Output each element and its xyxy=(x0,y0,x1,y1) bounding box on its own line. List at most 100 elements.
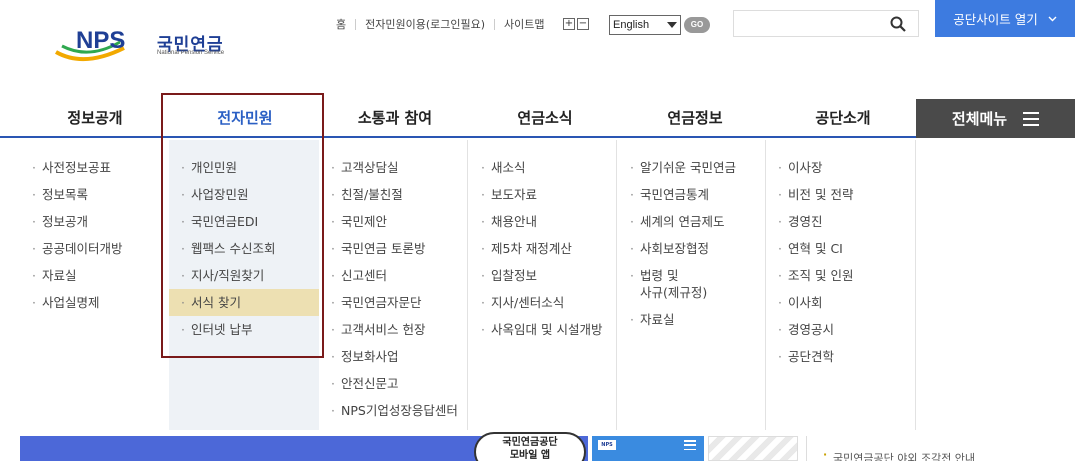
main-nav: 정보공개 전자민원 소통과 참여 연금소식 연금정보 공단소개 전체메뉴 xyxy=(0,99,1075,138)
zoom-in-button[interactable]: + xyxy=(563,18,575,30)
nav-pension-info[interactable]: 연금정보 xyxy=(620,99,770,136)
menu-item[interactable]: 경영진 xyxy=(766,208,916,235)
column-divider xyxy=(765,140,766,430)
menu-item[interactable]: 웹팩스 수신조회 xyxy=(169,235,319,262)
menu-item[interactable]: 제5차 재정계산 xyxy=(469,235,619,262)
app-badge-line1: 국민연금공단 xyxy=(502,437,558,448)
logo-mark-icon: NPS xyxy=(55,27,125,62)
app-banner[interactable]: NPS xyxy=(592,436,704,461)
divider xyxy=(494,18,496,30)
all-menu-label: 전체메뉴 xyxy=(951,110,1008,128)
divider xyxy=(355,18,357,30)
all-menu-button[interactable]: 전체메뉴 xyxy=(916,99,1075,138)
sitemap-link[interactable]: 사이트맵 xyxy=(504,16,544,32)
menu-item[interactable]: 사업실명제 xyxy=(20,289,170,316)
chevron-down-icon xyxy=(667,22,677,28)
zoom-out-button[interactable]: − xyxy=(577,18,589,30)
nav-e-civil[interactable]: 전자민원 xyxy=(170,99,320,136)
search-icon[interactable] xyxy=(890,16,906,32)
menu-item[interactable]: 안전신문고 xyxy=(319,370,469,397)
menu-item[interactable]: 국민연금통계 xyxy=(618,181,768,208)
nav-about[interactable]: 공단소개 xyxy=(768,99,918,136)
language-select[interactable]: English xyxy=(609,15,681,35)
open-site-button[interactable]: 공단사이트 열기 xyxy=(935,0,1075,37)
app-badge-line2: 모바일 앱 xyxy=(509,450,551,461)
menu-item[interactable]: 국민연금 토론방 xyxy=(319,235,469,262)
menu-item[interactable]: 자료실 xyxy=(618,306,768,333)
menu-item[interactable]: 연혁 및 CI xyxy=(766,235,916,262)
nps-mini-logo: NPS xyxy=(598,440,616,450)
home-link[interactable]: 홈 xyxy=(336,16,346,32)
menu-item[interactable]: 비전 및 전략 xyxy=(766,181,916,208)
nav-communication[interactable]: 소통과 참여 xyxy=(320,99,470,136)
menu-item[interactable]: 사전정보공표 xyxy=(20,154,170,181)
menu-item[interactable]: 알기쉬운 국민연금 xyxy=(618,154,768,181)
menu-list-col2: 개인민원사업장민원국민연금EDI웹팩스 수신조회지사/직원찾기서식 찾기인터넷 … xyxy=(169,140,319,343)
menu-item[interactable]: NPS기업성장응답센터 xyxy=(319,397,469,424)
menu-col-pension-info: 알기쉬운 국민연금국민연금통계세계의 연금제도사회보장협정법령 및 사규(제규정… xyxy=(618,140,768,430)
menu-item[interactable]: 조직 및 인원 xyxy=(766,262,916,289)
menu-item[interactable]: 국민연금EDI xyxy=(169,208,319,235)
nav-info-disclosure[interactable]: 정보공개 xyxy=(20,99,170,136)
menu-col-communication: 고객상담실친절/불친절국민제안국민연금 토론방신고센터국민연금자문단고객서비스 … xyxy=(319,140,469,430)
svg-text:NPS: NPS xyxy=(76,27,125,54)
zoom-controls: + − xyxy=(563,18,589,30)
menu-item[interactable]: 국민연금자문단 xyxy=(319,289,469,316)
menu-item[interactable]: 이사회 xyxy=(766,289,916,316)
menu-item[interactable]: 자료실 xyxy=(20,262,170,289)
menu-item[interactable]: 사회보장협정 xyxy=(618,235,768,262)
mobile-app-badge[interactable]: 국민연금공단 모바일 앱 xyxy=(474,432,586,461)
menu-item[interactable]: 고객서비스 헌장 xyxy=(319,316,469,343)
chevron-down-icon xyxy=(1048,16,1057,21)
menu-item[interactable]: 법령 및 사규(제규정) xyxy=(618,262,768,306)
menu-list-col3: 고객상담실친절/불친절국민제안국민연금 토론방신고센터국민연금자문단고객서비스 … xyxy=(319,140,469,424)
menu-item[interactable]: 지사/직원찾기 xyxy=(169,262,319,289)
menu-item[interactable]: 세계의 연금제도 xyxy=(618,208,768,235)
column-divider xyxy=(467,140,468,430)
menu-item[interactable]: 공단견학 xyxy=(766,343,916,370)
column-divider xyxy=(915,140,916,430)
menu-item[interactable]: 이사장 xyxy=(766,154,916,181)
menu-item[interactable]: 친절/불친절 xyxy=(319,181,469,208)
logo-subtitle: National Pension Service xyxy=(157,50,225,56)
menu-item[interactable]: 국민제안 xyxy=(319,208,469,235)
menu-item[interactable]: 새소식 xyxy=(469,154,619,181)
menu-item[interactable]: 인터넷 납부 xyxy=(169,316,319,343)
menu-item[interactable]: 고객상담실 xyxy=(319,154,469,181)
menu-list-col4: 새소식보도자료채용안내제5차 재정계산입찰정보지사/센터소식사옥임대 및 시설개… xyxy=(469,140,619,343)
menu-col-about: 이사장비전 및 전략경영진연혁 및 CI조직 및 인원이사회경영공시공단견학 xyxy=(766,140,916,430)
menu-list-col6: 이사장비전 및 전략경영진연혁 및 CI조직 및 인원이사회경영공시공단견학 xyxy=(766,140,916,370)
menu-item[interactable]: 보도자료 xyxy=(469,181,619,208)
menu-col-e-civil: 개인민원사업장민원국민연금EDI웹팩스 수신조회지사/직원찾기서식 찾기인터넷 … xyxy=(169,140,319,430)
menu-item[interactable]: 정보화사업 xyxy=(319,343,469,370)
menu-item[interactable]: 사옥임대 및 시설개방 xyxy=(469,316,619,343)
menu-item[interactable]: 정보목록 xyxy=(20,181,170,208)
column-divider xyxy=(616,140,617,430)
menu-col-info-disclosure: 사전정보공표정보목록정보공개공공데이터개방자료실사업실명제 xyxy=(20,140,170,430)
civil-login-link[interactable]: 전자민원이용(로그인필요) xyxy=(365,16,485,32)
menu-item[interactable]: 경영공시 xyxy=(766,316,916,343)
banner-thumbnail[interactable] xyxy=(708,436,798,461)
menu-list-col1: 사전정보공표정보목록정보공개공공데이터개방자료실사업실명제 xyxy=(20,140,170,316)
menu-item[interactable]: 정보공개 xyxy=(20,208,170,235)
menu-item[interactable]: 지사/센터소식 xyxy=(469,289,619,316)
utility-links: 홈 전자민원이용(로그인필요) 사이트맵 xyxy=(336,16,545,32)
menu-item[interactable]: 개인민원 xyxy=(169,154,319,181)
menu-item[interactable]: 서식 찾기 xyxy=(169,289,319,316)
nav-pension-news[interactable]: 연금소식 xyxy=(470,99,620,136)
open-site-label: 공단사이트 열기 xyxy=(953,12,1038,27)
menu-col-pension-news: 새소식보도자료채용안내제5차 재정계산입찰정보지사/센터소식사옥임대 및 시설개… xyxy=(469,140,619,430)
menu-item[interactable]: 사업장민원 xyxy=(169,181,319,208)
search-input[interactable] xyxy=(734,11,884,36)
menu-item[interactable]: 신고센터 xyxy=(319,262,469,289)
menu-item[interactable]: 입찰정보 xyxy=(469,262,619,289)
search-box xyxy=(733,10,919,37)
language-selected: English xyxy=(613,19,650,31)
banner-decoration: ▬▬▬▬ ▬▬▬ xyxy=(50,444,329,461)
go-button[interactable]: GO xyxy=(684,17,710,33)
nps-logo[interactable]: NPS 국민연금 National Pension Service xyxy=(54,24,234,64)
hamburger-icon xyxy=(684,440,696,450)
menu-item[interactable]: 공공데이터개방 xyxy=(20,235,170,262)
notice-item[interactable]: 국민연금공단 야외 조각전 안내 xyxy=(806,436,1075,461)
menu-item[interactable]: 채용안내 xyxy=(469,208,619,235)
